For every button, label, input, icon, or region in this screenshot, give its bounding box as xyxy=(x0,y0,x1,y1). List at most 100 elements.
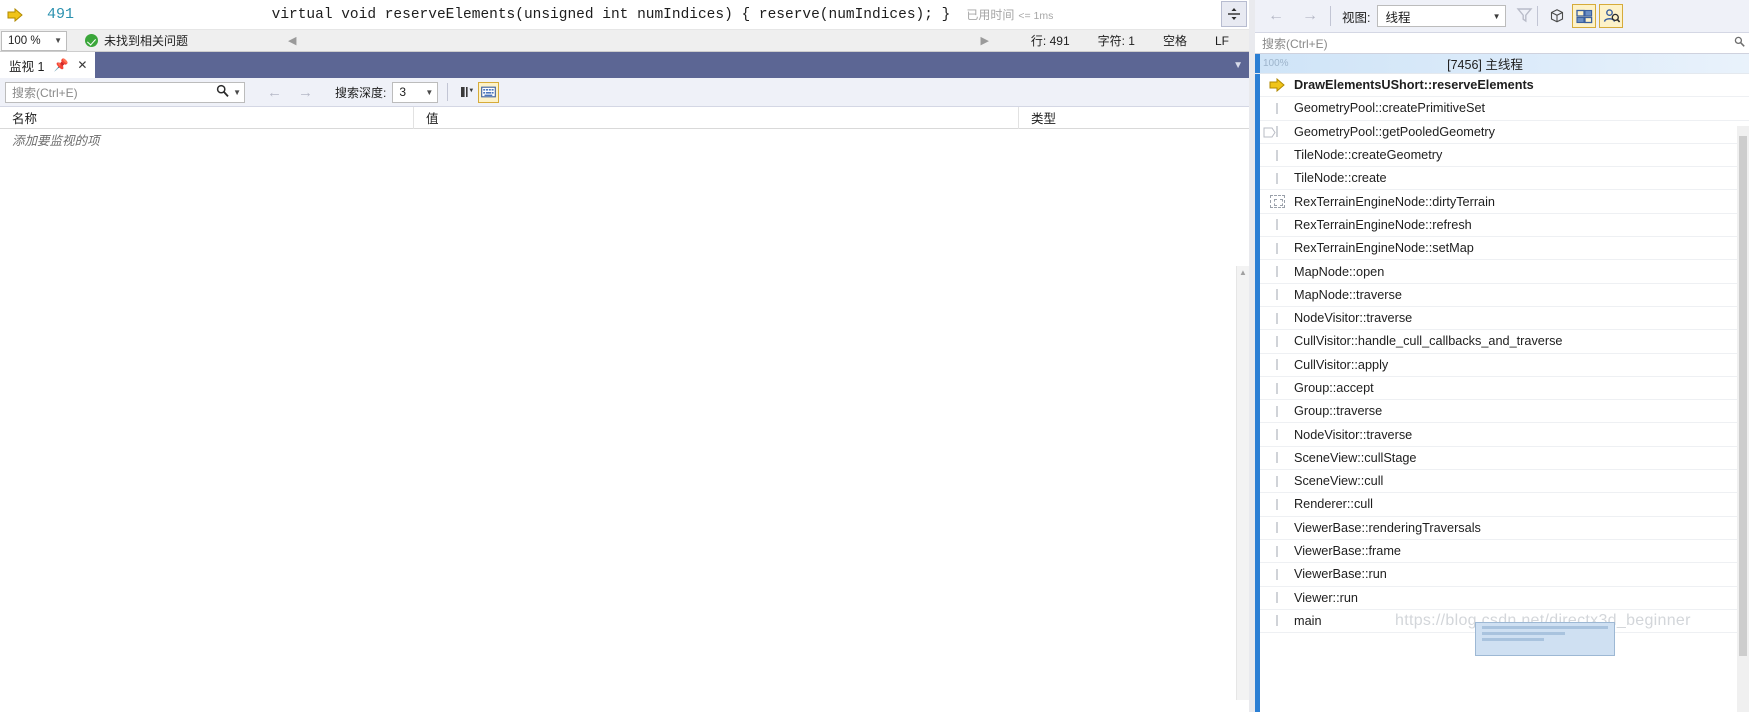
execution-arrow-icon xyxy=(1260,78,1294,93)
chevron-down-icon: ▼ xyxy=(425,87,434,97)
call-stack-frame-name: TileNode::createGeometry xyxy=(1294,148,1443,163)
issue-status[interactable]: 未找到相关问题 xyxy=(85,32,188,49)
call-stack-frame-row[interactable]: RexTerrainEngineNode::dirtyTerrain xyxy=(1255,190,1749,214)
check-circle-icon xyxy=(85,34,98,47)
tab-watch-1[interactable]: 监视 1 📌 ✕ xyxy=(0,52,96,78)
call-stack-frame-row[interactable]: Group::traverse xyxy=(1255,400,1749,424)
call-stack-frame-row[interactable]: DrawElementsUShort::reserveElements xyxy=(1255,74,1749,98)
call-stack-frame-row[interactable]: Renderer::cull xyxy=(1255,493,1749,517)
add-watch-placeholder-row[interactable]: 添加要监视的项 xyxy=(0,129,1249,150)
call-stack-frame-row[interactable]: SceneView::cullStage xyxy=(1255,447,1749,471)
tick-icon xyxy=(1260,475,1294,487)
triangle-left-icon[interactable]: ◀ xyxy=(288,34,296,47)
call-stack-frame-row[interactable]: RexTerrainEngineNode::refresh xyxy=(1255,214,1749,238)
call-stack-frame-row[interactable]: GeometryPool::getPooledGeometry xyxy=(1255,121,1749,144)
call-stack-frame-name: MapNode::open xyxy=(1294,264,1385,279)
call-stack-search-input[interactable]: 搜索(Ctrl+E) xyxy=(1255,33,1749,54)
call-stack-frame-name: RexTerrainEngineNode::dirtyTerrain xyxy=(1294,194,1495,209)
tick-icon xyxy=(1260,359,1294,371)
call-stack-frame-row[interactable]: NodeVisitor::traverse xyxy=(1255,307,1749,331)
call-stack-frame-name: NodeVisitor::traverse xyxy=(1294,427,1413,442)
view-label: 视图: xyxy=(1342,10,1371,25)
triangle-right-icon[interactable]: ▶ xyxy=(980,34,988,47)
call-stack-frame-name: TileNode::create xyxy=(1294,171,1387,186)
call-stack-toolbar: ← → 视图: 线程 ▼ xyxy=(1255,0,1749,33)
call-stack-search-placeholder: 搜索(Ctrl+E) xyxy=(1262,36,1328,51)
toolbar-separator xyxy=(447,83,449,101)
tab-watch-1-label: 监视 1 xyxy=(9,59,45,74)
call-stack-list[interactable]: DrawElementsUShort::reserveElements Geome… xyxy=(1255,74,1749,712)
column-header-name[interactable]: 名称 xyxy=(0,106,414,129)
call-stack-frame-row[interactable]: RexTerrainEngineNode::setMap xyxy=(1255,237,1749,261)
watch-grid-header: 名称 值 类型 xyxy=(0,106,1249,129)
cube-box-icon[interactable] xyxy=(1545,4,1569,28)
split-view-icon[interactable] xyxy=(1221,1,1247,27)
column-header-value[interactable]: 值 xyxy=(414,106,1019,129)
watch-window-tabstrip: 监视 1 📌 ✕ ▼ xyxy=(0,52,1249,78)
call-stack-frame-name: main xyxy=(1294,613,1322,628)
view-mode-combo[interactable]: 线程 ▼ xyxy=(1377,5,1507,27)
chevron-down-icon[interactable]: ▼ xyxy=(233,88,241,97)
call-stack-frame-row[interactable]: GeometryPool::createPrimitiveSet xyxy=(1255,97,1749,121)
call-stack-frame-row[interactable]: ViewerBase::run xyxy=(1255,563,1749,587)
search-input[interactable]: 搜索(Ctrl+E) ▼ xyxy=(5,81,245,103)
pin-icon[interactable]: 📌 xyxy=(53,59,68,71)
frames-icon[interactable] xyxy=(1572,4,1597,28)
call-stack-frame-row[interactable]: MapNode::traverse xyxy=(1255,284,1749,307)
scrollbar-thumb[interactable] xyxy=(1739,136,1747,656)
issue-status-text: 未找到相关问题 xyxy=(104,34,189,48)
hex-display-icon[interactable]: ▼ xyxy=(457,82,478,103)
tick-icon xyxy=(1260,382,1294,394)
tick-icon xyxy=(1260,242,1294,254)
column-header-type[interactable]: 类型 xyxy=(1019,107,1249,129)
tick-icon xyxy=(1260,615,1294,627)
arrow-right-icon[interactable]: → xyxy=(1302,7,1318,25)
thread-title: [7456] 主线程 xyxy=(1447,58,1523,72)
arrow-left-icon[interactable]: ← xyxy=(267,84,282,101)
status-bar-right: ▶ 行: 491 字符: 1 空格 LF xyxy=(980,32,1249,49)
call-stack-frame-row[interactable]: Viewer::run xyxy=(1255,587,1749,610)
funnel-icon[interactable] xyxy=(1516,7,1533,26)
call-stack-frame-name: Renderer::cull xyxy=(1294,497,1373,512)
toolbar-separator xyxy=(1537,6,1539,26)
thread-accent-bar xyxy=(1255,54,1260,73)
call-stack-vertical-scrollbar[interactable] xyxy=(1737,126,1749,712)
zoom-level-value: 100 % xyxy=(8,34,41,47)
search-depth-combo[interactable]: 3 ▼ xyxy=(392,81,439,103)
code-editor-line[interactable]: 491 virtual void reserveElements(unsigne… xyxy=(0,0,1249,30)
person-search-icon[interactable] xyxy=(1599,4,1624,28)
eol-info: LF xyxy=(1214,33,1229,48)
arrow-left-icon[interactable]: ← xyxy=(1268,7,1284,25)
tick-icon xyxy=(1260,405,1294,417)
call-stack-frame-row[interactable]: CullVisitor::apply xyxy=(1255,354,1749,377)
call-stack-frame-row[interactable]: CullVisitor::handle_cull_callbacks_and_t… xyxy=(1255,330,1749,354)
call-stack-frame-row[interactable]: ViewerBase::frame xyxy=(1255,540,1749,564)
call-stack-frame-row[interactable]: TileNode::create xyxy=(1255,167,1749,191)
chevron-down-icon[interactable]: ▼ xyxy=(1233,52,1243,78)
thread-header-row[interactable]: 100% [7456] 主线程 xyxy=(1255,54,1749,74)
watch-vertical-scrollbar[interactable]: ▲ xyxy=(1236,266,1249,700)
scroll-up-arrow-icon[interactable]: ▲ xyxy=(1237,268,1249,277)
close-icon[interactable]: ✕ xyxy=(77,59,87,71)
watch-grid-body: 添加要监视的项 ▲ xyxy=(0,129,1249,700)
chevron-down-icon: ▼ xyxy=(54,36,62,45)
expander-icon[interactable] xyxy=(1263,127,1276,138)
tick-icon xyxy=(1260,452,1294,464)
call-stack-frame-name: ViewerBase::run xyxy=(1294,567,1387,582)
call-stack-frame-row[interactable]: TileNode::createGeometry xyxy=(1255,144,1749,168)
call-stack-frame-row[interactable]: MapNode::open xyxy=(1255,260,1749,284)
tick-icon xyxy=(1260,522,1294,534)
arrow-right-icon[interactable]: → xyxy=(298,84,313,101)
search-navigation: ← → xyxy=(267,84,313,101)
add-watch-placeholder-text: 添加要监视的项 xyxy=(12,134,100,148)
call-stack-frame-row[interactable]: NodeVisitor::traverse xyxy=(1255,423,1749,447)
zoom-level-combo[interactable]: 100 % ▼ xyxy=(1,30,67,51)
tick-icon xyxy=(1260,149,1294,161)
call-stack-frame-row[interactable]: ViewerBase::renderingTraversals xyxy=(1255,517,1749,540)
tick-icon xyxy=(1260,289,1294,301)
call-stack-frame-row[interactable]: Group::accept xyxy=(1255,377,1749,401)
call-stack-frame-name: MapNode::traverse xyxy=(1294,287,1402,302)
keyboard-icon[interactable] xyxy=(478,81,500,103)
call-stack-frame-row[interactable]: SceneView::cull xyxy=(1255,470,1749,494)
left-pane: 491 virtual void reserveElements(unsigne… xyxy=(0,0,1249,712)
